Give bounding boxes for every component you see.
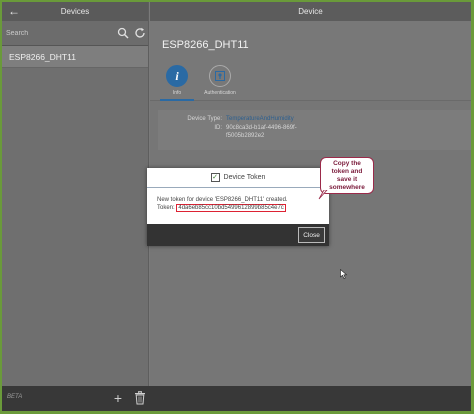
device-list-item-label: ESP8266_DHT11 (9, 51, 76, 62)
info-icon: i (166, 65, 188, 87)
callout-line: token and (331, 168, 363, 175)
devices-header: ← Devices (2, 2, 148, 21)
device-list-item[interactable]: ESP8266_DHT11 (2, 46, 148, 68)
search-input[interactable] (6, 26, 110, 40)
back-arrow-icon[interactable]: ← (6, 3, 22, 19)
object-header: ESP8266_DHT11 i Info Authentication (150, 21, 471, 101)
device-type-value[interactable]: TemperatureAndHumidity (226, 116, 294, 122)
dialog-header: ✓ Device Token (147, 168, 329, 188)
device-id-value-line2: f5005b2892e2 (226, 133, 265, 139)
dialog-body: New token for device 'ESP8266_DHT11' cre… (147, 189, 329, 224)
device-info-section: Device Type: TemperatureAndHumidity ID: … (158, 110, 471, 150)
callout-line: somewhere (329, 184, 365, 191)
token-created-message: New token for device 'ESP8266_DHT11' cre… (157, 197, 288, 203)
device-name-title: ESP8266_DHT11 (162, 39, 249, 51)
close-button[interactable]: Close (298, 227, 325, 243)
device-header: Device (150, 2, 471, 21)
token-label: Token: (157, 205, 175, 211)
callout-line: save it (336, 176, 358, 183)
footer-toolbar: BETA + (2, 386, 471, 411)
token-row: Token: 4da6eb85cc10bd5499612899b85c4e7c (157, 204, 286, 212)
device-id-label: ID: (214, 125, 222, 131)
search-icon[interactable] (117, 27, 129, 39)
token-value[interactable]: 4da6eb85cc10bd5499612899b85c4e7c (176, 204, 286, 212)
devices-pane: ← Devices ESP8266_DHT11 (2, 2, 149, 386)
device-token-dialog: ✓ Device Token New token for device 'ESP… (147, 168, 329, 246)
tab-info[interactable]: i Info (160, 65, 194, 96)
tab-authentication-label: Authentication (204, 90, 236, 96)
search-bar (2, 21, 148, 46)
mouse-cursor-icon (340, 269, 348, 279)
refresh-icon[interactable] (134, 27, 146, 39)
tab-info-label: Info (172, 90, 182, 96)
callout-pointer-icon (318, 190, 328, 200)
checkmark-icon: ✓ (210, 173, 220, 182)
dialog-footer: Close (147, 224, 329, 246)
selected-tab-indicator (160, 99, 194, 101)
tab-authentication[interactable]: Authentication (198, 65, 242, 96)
authentication-icon (209, 65, 231, 87)
add-icon[interactable]: + (112, 391, 124, 405)
annotation-callout: Copy the token and save it somewhere (320, 157, 374, 194)
device-id-value-line1: 90c8ca3d-b1af-4496-869f- (226, 125, 297, 131)
trash-icon[interactable] (134, 391, 146, 405)
beta-label: BETA (7, 394, 23, 400)
callout-line: Copy the (333, 160, 361, 167)
dialog-title: Device Token (223, 174, 266, 181)
device-detail-title: Device (298, 7, 323, 16)
devices-title: Devices (60, 7, 90, 16)
device-type-label: Device Type: (187, 116, 222, 122)
